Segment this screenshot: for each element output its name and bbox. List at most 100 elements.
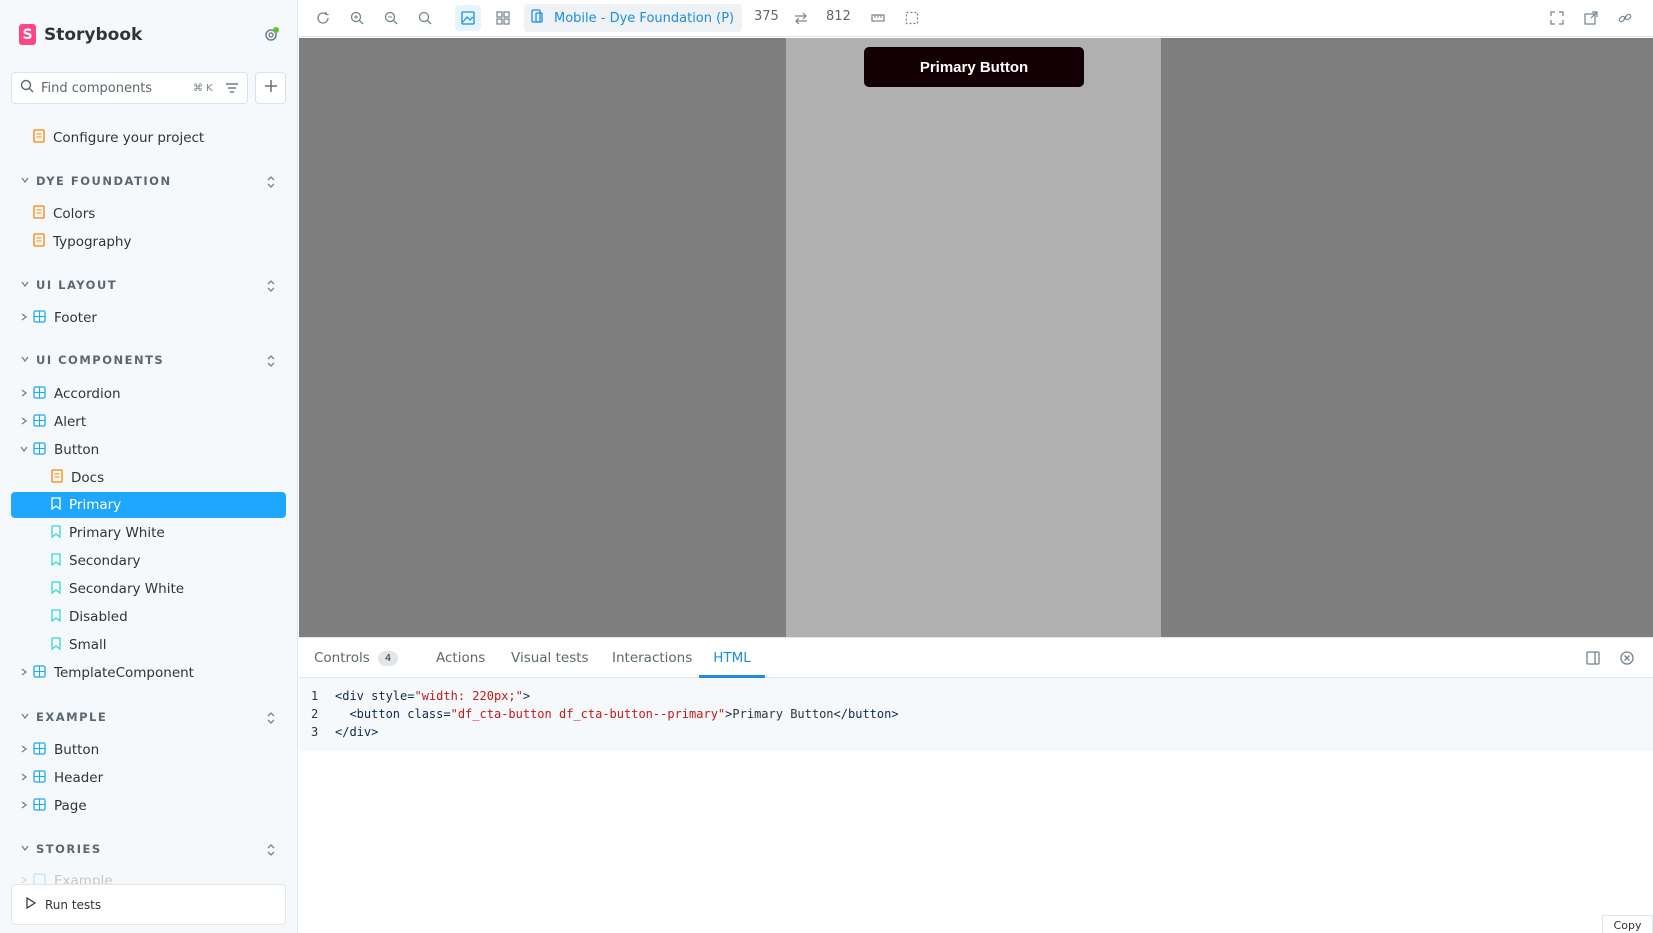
sidebar-item-primary-white[interactable]: Primary White — [51, 520, 165, 546]
open-new-tab-icon[interactable] — [1581, 8, 1601, 28]
filter-icon[interactable] — [225, 81, 239, 99]
copy-button[interactable]: Copy — [1602, 915, 1653, 933]
expand-all-icon[interactable] — [264, 279, 278, 293]
component-icon — [33, 797, 46, 815]
copy-link-icon[interactable] — [1615, 8, 1635, 28]
component-icon — [33, 385, 46, 403]
chevron-right-icon — [19, 798, 29, 814]
section-dye-foundation[interactable]: DYE FOUNDATION — [20, 171, 172, 191]
section-example[interactable]: EXAMPLE — [20, 707, 107, 727]
chevron-down-icon — [20, 174, 30, 188]
sidebar-item-footer[interactable]: Footer — [19, 305, 97, 331]
chevron-right-icon — [19, 770, 29, 786]
code-token: Primary Button — [732, 707, 834, 721]
sidebar-item-secondary-white[interactable]: Secondary White — [51, 576, 184, 602]
toolbar: Mobile - Dye Foundation (P) 375 812 — [299, 0, 1653, 37]
sidebar-item-templatecomponent[interactable]: TemplateComponent — [19, 660, 194, 686]
settings-icon[interactable] — [262, 26, 280, 44]
bookmark-icon — [51, 608, 61, 626]
zoom-in-icon[interactable] — [347, 8, 367, 28]
create-new-button[interactable] — [255, 72, 286, 104]
component-icon — [33, 664, 46, 682]
viewport-height[interactable]: 812 — [826, 9, 851, 24]
code-line: 3 </div> — [299, 723, 378, 741]
expand-all-icon[interactable] — [264, 843, 278, 857]
background-icon[interactable] — [455, 5, 481, 31]
sidebar-item-configure[interactable]: Configure your project — [33, 125, 204, 151]
tab-html[interactable]: HTML — [699, 638, 765, 678]
chevron-right-icon — [19, 310, 29, 326]
primary-button[interactable]: Primary Button — [864, 47, 1084, 87]
sidebar-item-colors[interactable]: Colors — [33, 201, 95, 227]
viewport-select[interactable]: Mobile - Dye Foundation (P) — [524, 4, 743, 32]
code-line: 1 <div style= "width: 220px;" > — [299, 687, 530, 705]
code-token: class= — [407, 707, 451, 721]
sidebar-item-primary[interactable]: Primary — [11, 492, 286, 518]
sidebar-item-secondary[interactable]: Secondary — [51, 548, 141, 574]
measure-icon[interactable] — [868, 8, 888, 28]
close-panel-icon[interactable] — [1619, 650, 1635, 666]
section-ui-components[interactable]: UI COMPONENTS — [20, 350, 164, 370]
line-number: 1 — [311, 689, 319, 703]
fullscreen-icon[interactable] — [1547, 8, 1567, 28]
section-stories[interactable]: STORIES — [20, 839, 102, 859]
bookmark-icon — [51, 496, 61, 514]
section-ui-layout[interactable]: UI LAYOUT — [20, 275, 117, 295]
chevron-down-icon — [20, 353, 30, 367]
component-icon — [33, 309, 46, 327]
component-icon — [33, 741, 46, 759]
expand-all-icon[interactable] — [264, 354, 278, 368]
controls-count-badge: 4 — [377, 650, 399, 666]
code-token: "width: 220px;" — [414, 689, 523, 703]
bookmark-icon — [51, 636, 61, 654]
outline-icon[interactable] — [902, 8, 922, 28]
sidebar-item-disabled[interactable]: Disabled — [51, 604, 128, 630]
chevron-right-icon — [19, 742, 29, 758]
panel-orientation-icon[interactable] — [1585, 650, 1601, 666]
grid-icon[interactable] — [493, 8, 513, 28]
run-tests-button[interactable]: Run tests — [11, 884, 286, 925]
play-icon — [25, 896, 37, 912]
sidebar-item-small[interactable]: Small — [51, 632, 107, 658]
zoom-reset-icon[interactable] — [415, 8, 435, 28]
mobile-viewport: Primary Button — [786, 38, 1161, 637]
chevron-down-icon — [19, 442, 29, 458]
addon-panel: Controls 4 Actions Visual tests Interact… — [299, 637, 1653, 933]
brand-name: Storybook — [44, 24, 143, 45]
code-token: style= — [371, 689, 415, 703]
code-token: <button — [335, 707, 408, 721]
rotate-viewport-icon[interactable] — [791, 8, 811, 28]
viewport-name: Mobile - Dye Foundation (P) — [554, 10, 735, 26]
addon-tabs: Controls 4 Actions Visual tests Interact… — [299, 638, 1653, 678]
reload-icon[interactable] — [313, 8, 333, 28]
mobile-icon — [530, 9, 544, 27]
plus-icon — [264, 79, 278, 97]
sidebar-item-example-header[interactable]: Header — [19, 765, 103, 791]
search-input[interactable] — [41, 80, 191, 96]
bookmark-icon — [51, 552, 61, 570]
viewport-width[interactable]: 375 — [754, 9, 779, 24]
expand-all-icon[interactable] — [264, 711, 278, 725]
sidebar-item-example-button[interactable]: Button — [19, 737, 99, 763]
tab-actions[interactable]: Actions — [436, 638, 485, 678]
brand[interactable]: S Storybook — [19, 24, 142, 45]
document-icon — [33, 233, 45, 251]
zoom-out-icon[interactable] — [381, 8, 401, 28]
chevron-right-icon — [19, 414, 29, 430]
html-code-block: 1 <div style= "width: 220px;" >2 <button cl… — [299, 678, 1653, 751]
tab-controls[interactable]: Controls 4 — [314, 638, 399, 678]
code-line: 2 <button class= "df_cta-button df_cta-bu… — [299, 705, 899, 723]
document-icon — [33, 205, 45, 223]
search-box: ⌘ K — [11, 72, 248, 104]
sidebar-item-alert[interactable]: Alert — [19, 409, 86, 435]
tab-visual-tests[interactable]: Visual tests — [511, 638, 589, 678]
sidebar-item-docs[interactable]: Docs — [51, 465, 104, 491]
sidebar-item-button[interactable]: Button — [19, 437, 99, 463]
bookmark-icon — [51, 580, 61, 598]
sidebar-item-example-page[interactable]: Page — [19, 793, 87, 819]
tab-interactions[interactable]: Interactions — [612, 638, 692, 678]
sidebar-item-typography[interactable]: Typography — [33, 229, 131, 255]
bookmark-icon — [51, 524, 61, 542]
sidebar-item-accordion[interactable]: Accordion — [19, 381, 121, 407]
expand-all-icon[interactable] — [264, 175, 278, 189]
